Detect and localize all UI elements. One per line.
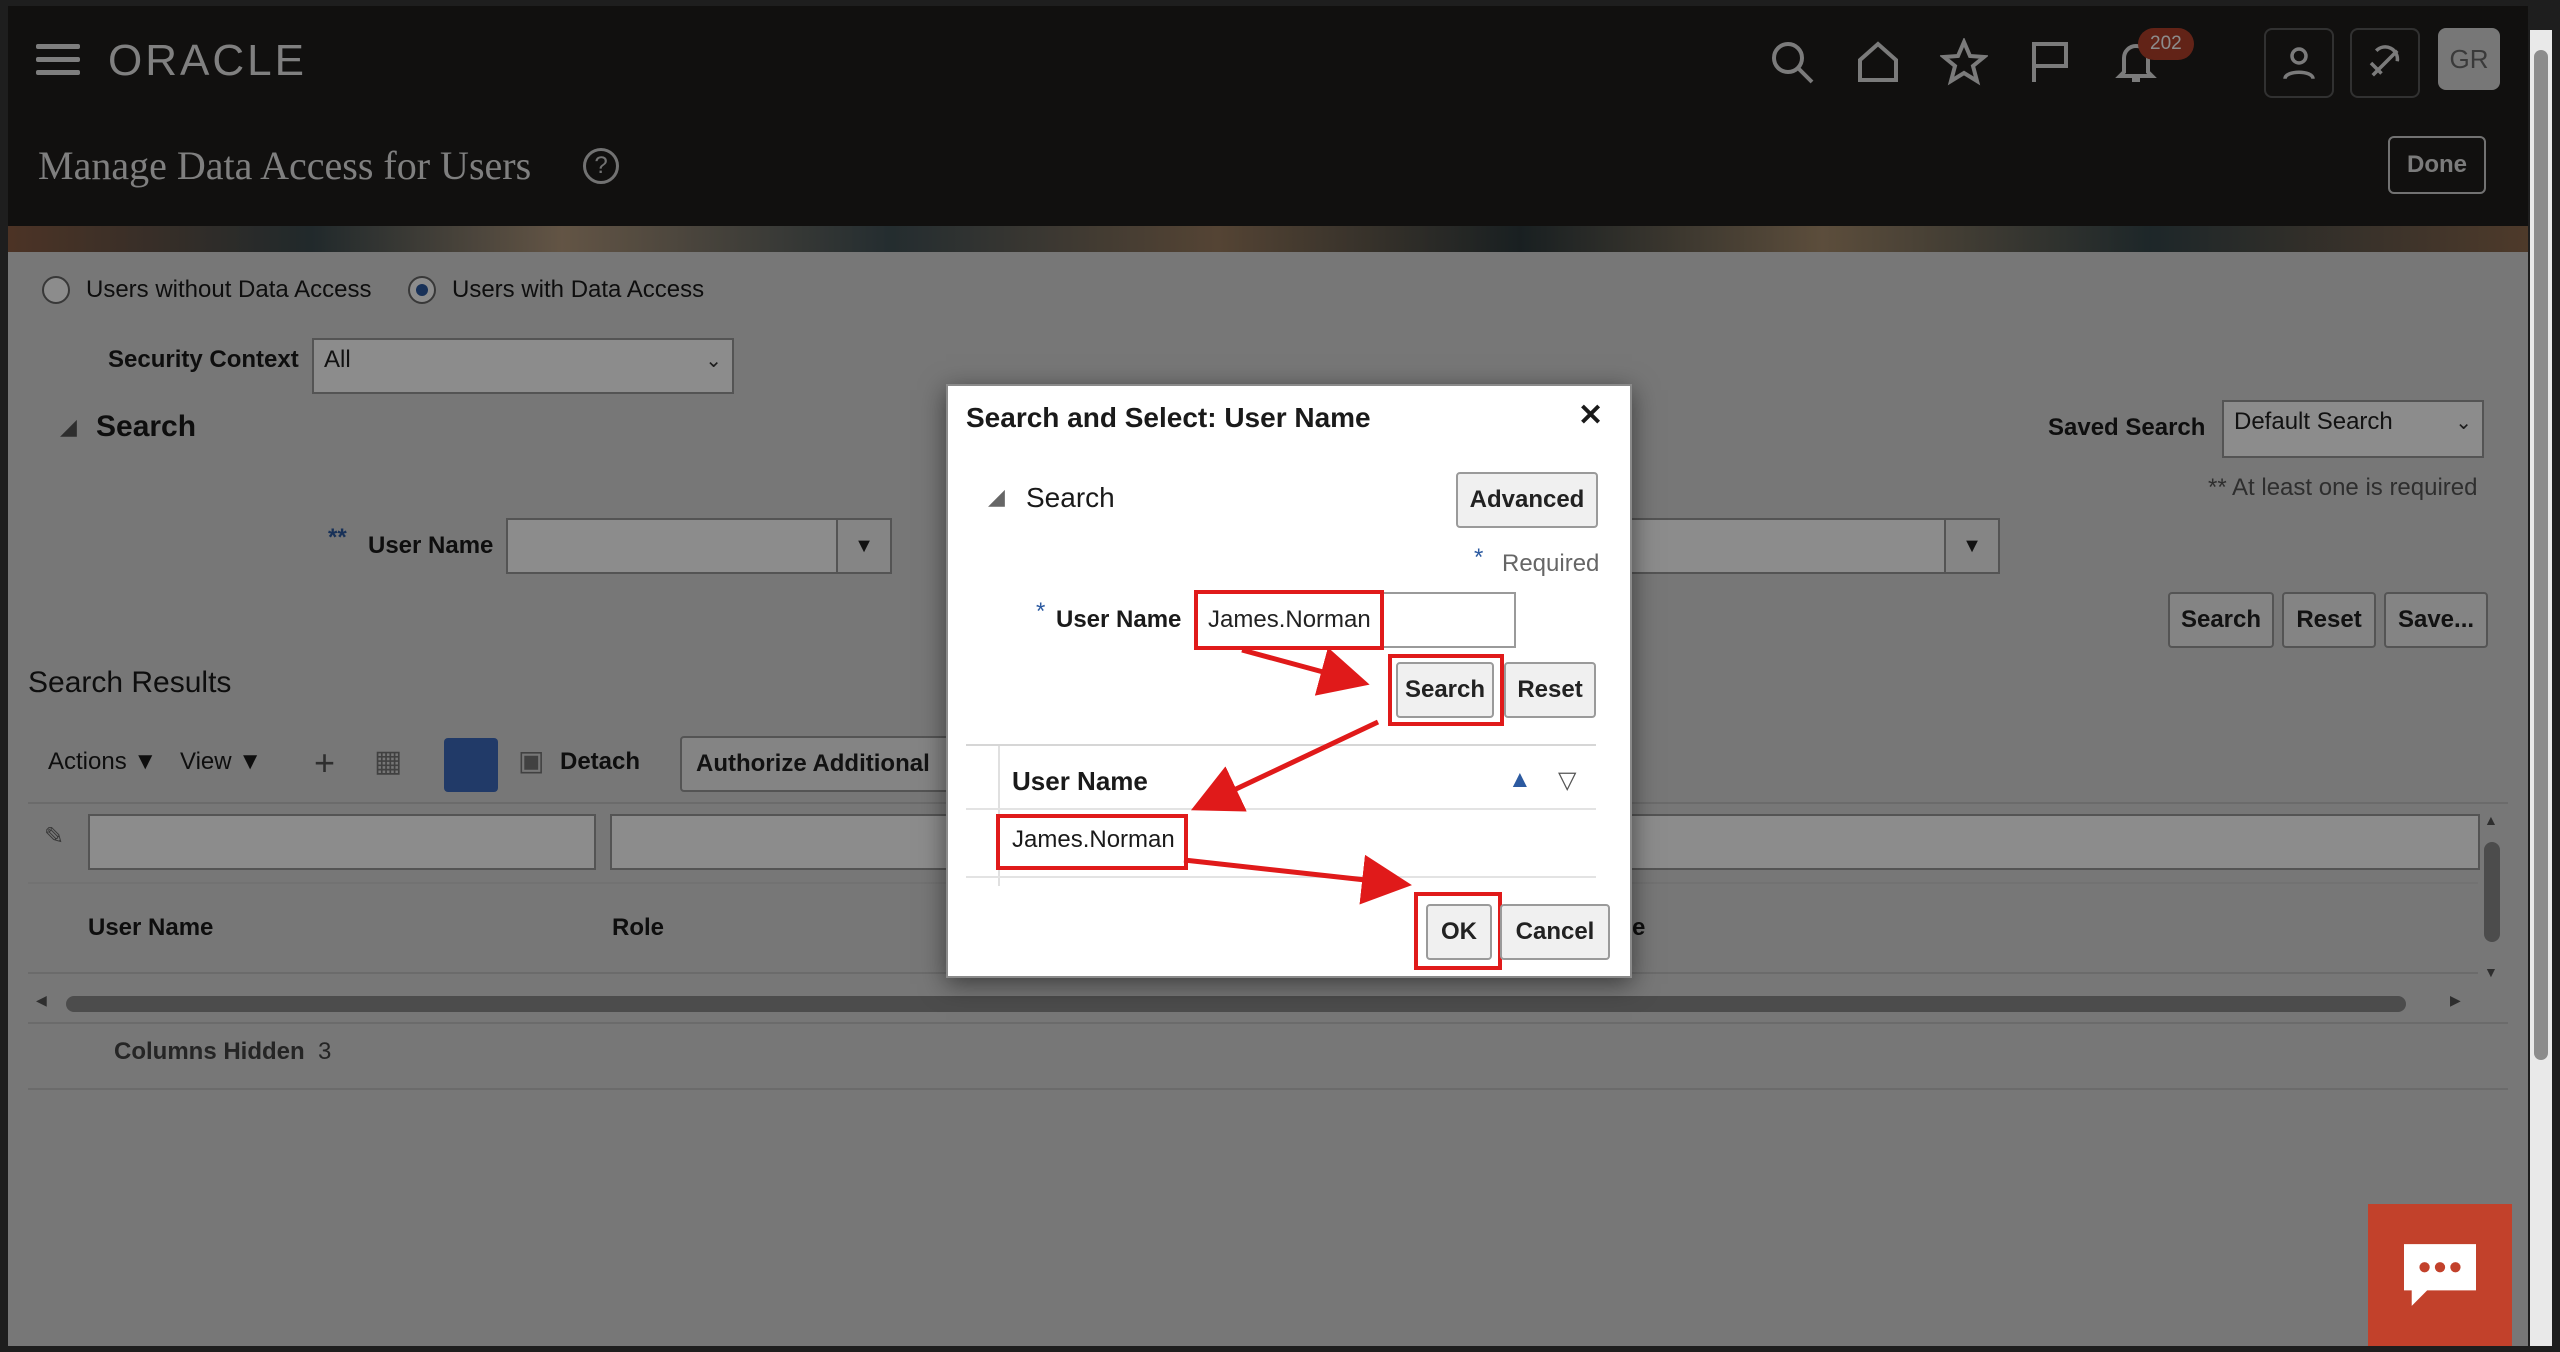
chat-bubble-icon — [2404, 1244, 2476, 1306]
arrow-search-to-result — [1190, 719, 1380, 812]
annotation-arrows — [1183, 647, 1412, 905]
browser-scroll-thumb[interactable] — [2534, 50, 2548, 1060]
chat-assistant-button[interactable] — [2368, 1204, 2512, 1346]
arrow-result-to-ok — [1183, 854, 1412, 905]
browser-vertical-scrollbar[interactable] — [2530, 30, 2552, 1346]
app-window: ORACLE 202 GR Manage Data Access for Use… — [8, 6, 2528, 1346]
arrow-input-to-search — [1241, 647, 1370, 696]
